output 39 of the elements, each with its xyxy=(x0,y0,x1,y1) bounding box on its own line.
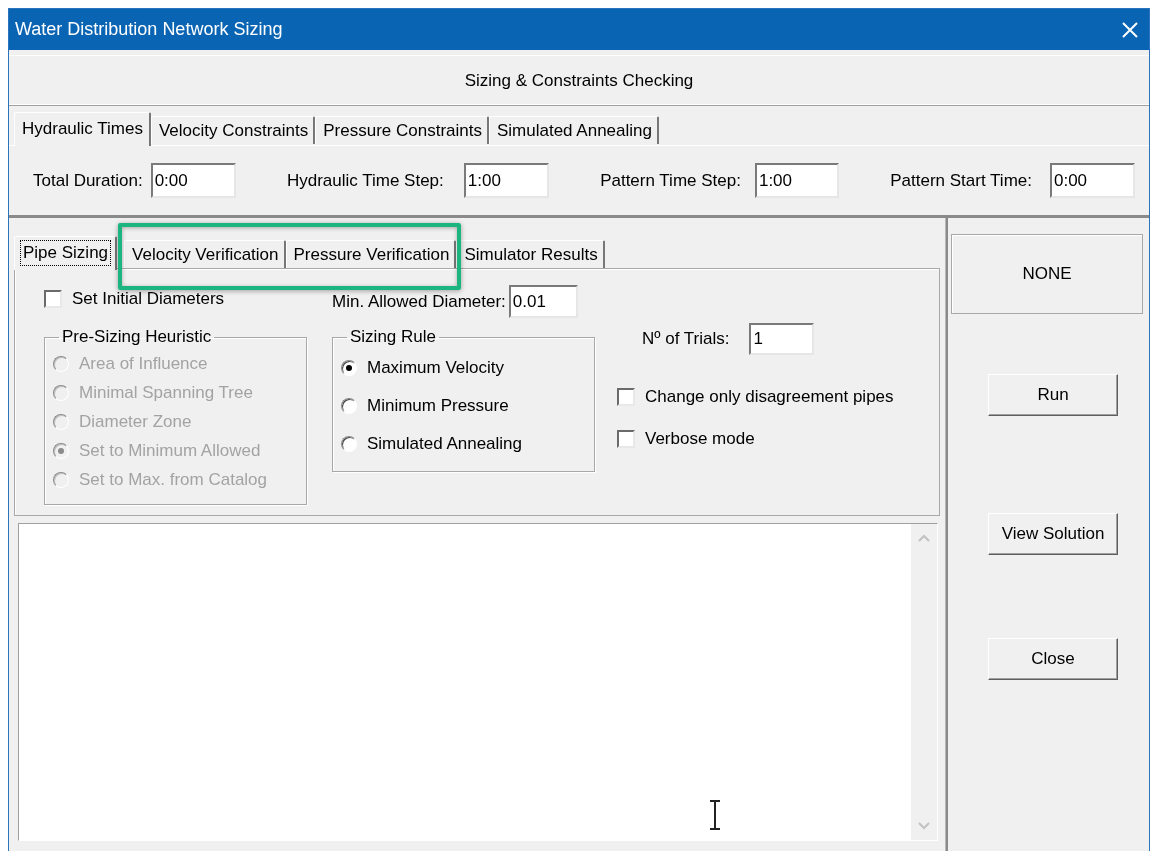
checkbox[interactable]: Verbose mode xyxy=(617,429,755,449)
tab[interactable]: Pressure Verification xyxy=(285,240,457,268)
time-field[interactable]: 1:00 xyxy=(463,163,549,198)
field-label: Hydraulic Time Step: xyxy=(286,170,444,191)
diameter-field[interactable]: 0.01 xyxy=(508,285,578,318)
tab[interactable]: Simulated Annealing xyxy=(488,116,659,144)
field-label: Total Duration: xyxy=(33,170,143,191)
field-label: Nº of Trials: xyxy=(642,329,730,349)
time-field[interactable]: 0:00 xyxy=(1050,163,1135,198)
field-label: Min. Allowed Diameter: xyxy=(332,291,506,312)
text-cursor-icon xyxy=(709,800,721,830)
tab[interactable]: Pipe Sizing xyxy=(14,236,118,270)
checkbox[interactable]: Set Initial Diameters xyxy=(44,289,225,309)
tab[interactable]: Hydraulic Times xyxy=(14,112,151,146)
window-title: Water Distribution Network Sizing xyxy=(15,19,284,40)
scroll-down-icon[interactable] xyxy=(918,822,930,830)
field-label: Pattern Start Time: xyxy=(890,170,1032,191)
log-field[interactable] xyxy=(18,523,938,841)
scroll-up-icon[interactable] xyxy=(918,534,930,542)
tab[interactable]: Pressure Constraints xyxy=(315,116,489,144)
dialog-button[interactable]: Close xyxy=(988,638,1118,680)
dialog-button[interactable]: View Solution xyxy=(988,513,1118,555)
tab[interactable]: Velocity Constraints xyxy=(150,116,316,144)
group-title: Sizing Rule xyxy=(349,327,437,347)
group-title: Pre-Sizing Heuristic xyxy=(61,327,213,347)
time-field[interactable]: 0:00 xyxy=(150,163,236,198)
time-field[interactable]: 1:00 xyxy=(754,163,839,198)
radio-button[interactable]: Minimum Pressure xyxy=(341,396,509,416)
scrollbar[interactable] xyxy=(911,524,937,840)
tab[interactable]: Velocity Verification xyxy=(124,240,286,268)
dialog-button[interactable]: Run xyxy=(988,374,1118,416)
trials-field[interactable]: 1 xyxy=(749,323,815,355)
status-panel: NONE xyxy=(951,234,1143,314)
radio-button[interactable]: Simulated Annealing xyxy=(341,434,522,454)
field-label: Pattern Time Step: xyxy=(600,170,741,191)
section-header: Sizing & Constraints Checking xyxy=(9,55,1149,106)
checkbox[interactable]: Change only disagreement pipes xyxy=(617,387,894,407)
radio-button[interactable]: Maximum Velocity xyxy=(341,358,504,378)
close-icon[interactable] xyxy=(1121,20,1139,39)
